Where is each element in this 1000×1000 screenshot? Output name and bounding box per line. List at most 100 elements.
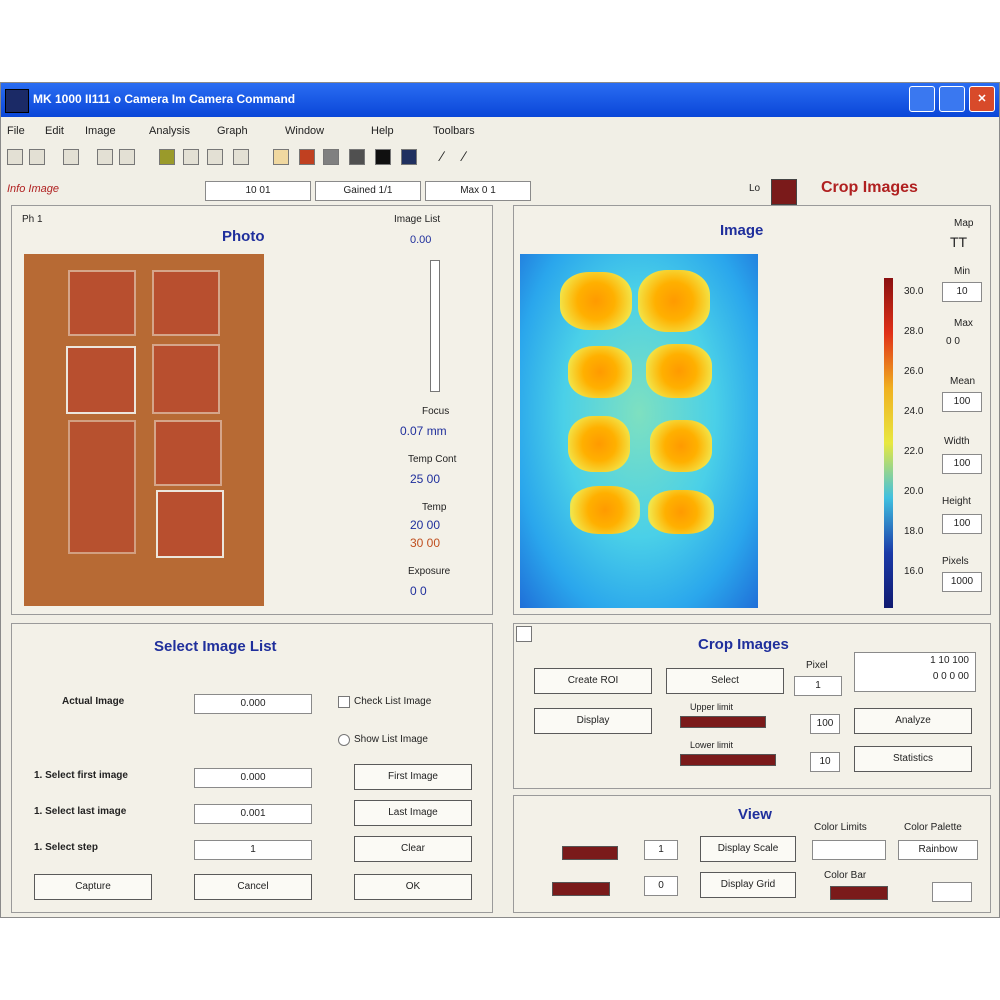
- create-roi-button[interactable]: Create ROI: [534, 668, 652, 694]
- crop-images-label: Crop Images: [821, 179, 918, 196]
- image-icon[interactable]: [159, 149, 175, 165]
- actual-image-field[interactable]: 0.000: [194, 694, 312, 714]
- menu-image[interactable]: Image: [85, 125, 116, 137]
- color-icon[interactable]: [299, 149, 315, 165]
- coordinates-line-1: 1 10 100: [930, 655, 969, 666]
- height-field[interactable]: 100: [942, 514, 982, 534]
- sample-tile[interactable]: [68, 420, 136, 554]
- pencil-icon[interactable]: ∕: [463, 149, 479, 165]
- logo-text: Info Image: [7, 183, 59, 195]
- min-field[interactable]: 10: [942, 282, 982, 302]
- minimize-button[interactable]: [909, 86, 935, 112]
- play-icon[interactable]: [401, 149, 417, 165]
- text-icon[interactable]: [207, 149, 223, 165]
- hotspot: [648, 490, 714, 534]
- pixels-field[interactable]: 1000: [942, 572, 982, 592]
- statistics-button[interactable]: Statistics: [854, 746, 972, 772]
- view-slider-2[interactable]: [552, 882, 610, 896]
- pixel-field[interactable]: 1: [794, 676, 842, 696]
- graph-icon[interactable]: [273, 149, 289, 165]
- black-icon[interactable]: [375, 149, 391, 165]
- scale-label: 26.0: [904, 366, 924, 377]
- view-slider-1[interactable]: [562, 846, 618, 860]
- sample-tile[interactable]: [152, 344, 220, 414]
- lower-limit-value[interactable]: 10: [810, 752, 840, 772]
- thermal-image[interactable]: [520, 254, 758, 608]
- image-list-slider[interactable]: [430, 260, 440, 392]
- capture-button[interactable]: Capture: [34, 874, 152, 900]
- temp-value-2: 30 00: [410, 536, 441, 550]
- mean-label: Mean: [950, 376, 976, 387]
- grid-icon[interactable]: [233, 149, 249, 165]
- photo-image[interactable]: [24, 254, 264, 606]
- scale-label: 30.0: [904, 286, 924, 297]
- upper-limit-slider[interactable]: [680, 716, 766, 728]
- menu-graph[interactable]: Graph: [217, 125, 248, 137]
- color-bar-field[interactable]: [932, 882, 972, 902]
- sample-tile[interactable]: [156, 490, 224, 558]
- open-icon[interactable]: [29, 149, 45, 165]
- menu-edit[interactable]: Edit: [45, 125, 64, 137]
- sample-tile[interactable]: [66, 346, 136, 414]
- display-grid-button[interactable]: Display Grid: [700, 872, 796, 898]
- hotspot: [650, 420, 712, 472]
- sample-tile[interactable]: [68, 270, 136, 336]
- close-button[interactable]: ✕: [969, 86, 995, 112]
- sample-tile[interactable]: [154, 420, 222, 486]
- last-image-field[interactable]: 0.001: [194, 804, 312, 824]
- color-limits-field[interactable]: [812, 840, 886, 860]
- image-panel: Image 30.0 28.0 26.0 24.0 22.0 20.0 18.0…: [513, 205, 991, 615]
- menu-toolbars[interactable]: Toolbars: [433, 125, 475, 137]
- scale-label: 22.0: [904, 446, 924, 457]
- cancel-button[interactable]: Cancel: [194, 874, 312, 900]
- paste-icon[interactable]: [97, 149, 113, 165]
- info-row: Info Image 10 01 Gained 1/1 Max 0 1 Lo C…: [1, 179, 999, 205]
- display-scale-button[interactable]: Display Scale: [700, 836, 796, 862]
- gray-dark-icon[interactable]: [349, 149, 365, 165]
- analyze-button[interactable]: Analyze: [854, 708, 972, 734]
- menu-bar: File Edit Image Analysis Graph Window He…: [1, 121, 999, 143]
- ok-button[interactable]: OK: [354, 874, 472, 900]
- color-label: Lo: [749, 183, 761, 194]
- show-list-image-radio[interactable]: [338, 734, 350, 746]
- select-step-field[interactable]: 1: [194, 840, 312, 860]
- first-image-button[interactable]: First Image: [354, 764, 472, 790]
- hotspot: [568, 416, 630, 472]
- scale-label: 18.0: [904, 526, 924, 537]
- menu-help[interactable]: Help: [371, 125, 394, 137]
- view-value-2[interactable]: 0: [644, 876, 678, 896]
- upper-limit-value[interactable]: 100: [810, 714, 840, 734]
- last-image-button[interactable]: Last Image: [354, 800, 472, 826]
- check-list-image-checkbox[interactable]: [338, 696, 350, 708]
- menu-window[interactable]: Window: [285, 125, 324, 137]
- scale-label: 20.0: [904, 486, 924, 497]
- cut-icon[interactable]: [119, 149, 135, 165]
- line-icon[interactable]: ∕: [441, 149, 457, 165]
- crop-panel-checkbox[interactable]: [516, 626, 532, 642]
- menu-file[interactable]: File: [7, 125, 25, 137]
- lower-limit-slider[interactable]: [680, 754, 776, 766]
- color-palette-select[interactable]: Rainbow: [898, 840, 978, 860]
- first-image-field[interactable]: 0.000: [194, 768, 312, 788]
- select-button[interactable]: Select: [666, 668, 784, 694]
- width-field[interactable]: 100: [942, 454, 982, 474]
- mean-field[interactable]: 100: [942, 392, 982, 412]
- height-label: Height: [942, 496, 971, 507]
- menu-analysis[interactable]: Analysis: [149, 125, 190, 137]
- clear-button[interactable]: Clear: [354, 836, 472, 862]
- crop-images-panel: Crop Images Create ROI Select Pixel 1 1 …: [513, 623, 991, 789]
- title-bar[interactable]: MK 1000 II111 o Camera Im Camera Command…: [1, 83, 999, 117]
- view-value-1[interactable]: 1: [644, 840, 678, 860]
- sample-tile[interactable]: [152, 270, 220, 336]
- zoom-icon[interactable]: [183, 149, 199, 165]
- color-bar-slider[interactable]: [830, 886, 888, 900]
- scale-label: 28.0: [904, 326, 924, 337]
- color-palette-label: Color Palette: [904, 822, 962, 833]
- save-icon[interactable]: [7, 149, 23, 165]
- copy-icon[interactable]: [63, 149, 79, 165]
- map-label: Map: [954, 218, 974, 229]
- gray-icon[interactable]: [323, 149, 339, 165]
- display-button[interactable]: Display: [534, 708, 652, 734]
- color-swatch[interactable]: [771, 179, 797, 205]
- maximize-button[interactable]: [939, 86, 965, 112]
